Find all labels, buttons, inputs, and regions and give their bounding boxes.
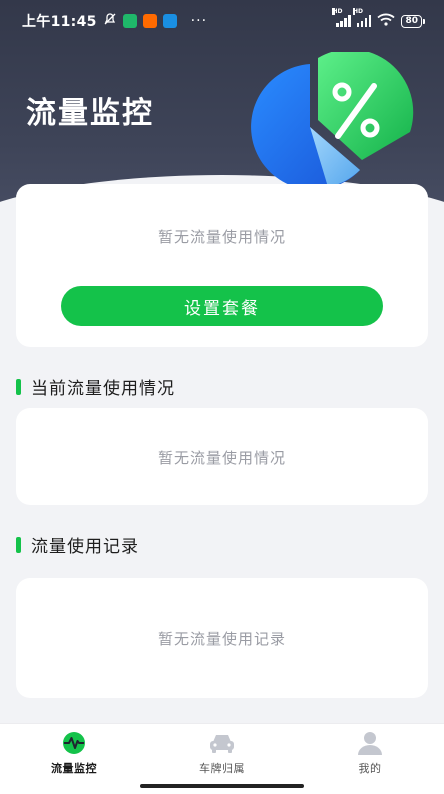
setup-plan-button[interactable]: 设置套餐 <box>61 286 383 326</box>
app-mi-icon <box>142 14 157 28</box>
battery-indicator: 80 <box>401 14 425 28</box>
current-usage-title: 当前流量使用情况 <box>31 379 175 399</box>
tab-label: 车牌归属 <box>199 762 245 775</box>
pulse-icon <box>59 730 89 756</box>
usage-records-card: 暂无流量使用记录 <box>16 578 428 698</box>
more-notifications-icon: ··· <box>190 13 208 29</box>
plan-card: 暂无流量使用情况 设置套餐 <box>16 184 428 347</box>
app-shield-icon <box>122 14 137 28</box>
tab-mine[interactable]: 我的 <box>296 724 444 794</box>
status-bar: 上午11:45 ··· HD HD 80 <box>0 0 444 42</box>
plan-empty-text: 暂无流量使用情况 <box>157 228 286 246</box>
bell-muted-icon <box>103 12 117 30</box>
car-icon <box>207 730 237 756</box>
current-usage-empty-text: 暂无流量使用情况 <box>157 449 286 467</box>
tab-label: 流量监控 <box>51 762 97 775</box>
status-time: 上午11:45 <box>22 14 97 30</box>
usage-records-heading: 流量使用记录 <box>16 532 139 557</box>
signal-2-icon: HD <box>352 8 372 27</box>
percent-chart-icon <box>232 49 422 202</box>
current-usage-card: 暂无流量使用情况 <box>16 408 428 505</box>
tab-label: 我的 <box>358 762 382 775</box>
home-indicator[interactable] <box>140 784 304 788</box>
app-e-icon <box>162 14 177 28</box>
tab-traffic-monitor[interactable]: 流量监控 <box>0 724 148 794</box>
section-accent-bar <box>16 536 21 553</box>
person-icon <box>355 730 385 756</box>
section-accent-bar <box>16 378 21 395</box>
usage-records-title: 流量使用记录 <box>31 537 139 557</box>
wifi-icon <box>377 13 396 30</box>
page-title: 流量监控 <box>26 96 154 131</box>
signal-1-icon: HD <box>332 8 351 27</box>
usage-records-empty-text: 暂无流量使用记录 <box>157 630 286 648</box>
current-usage-heading: 当前流量使用情况 <box>16 374 175 399</box>
